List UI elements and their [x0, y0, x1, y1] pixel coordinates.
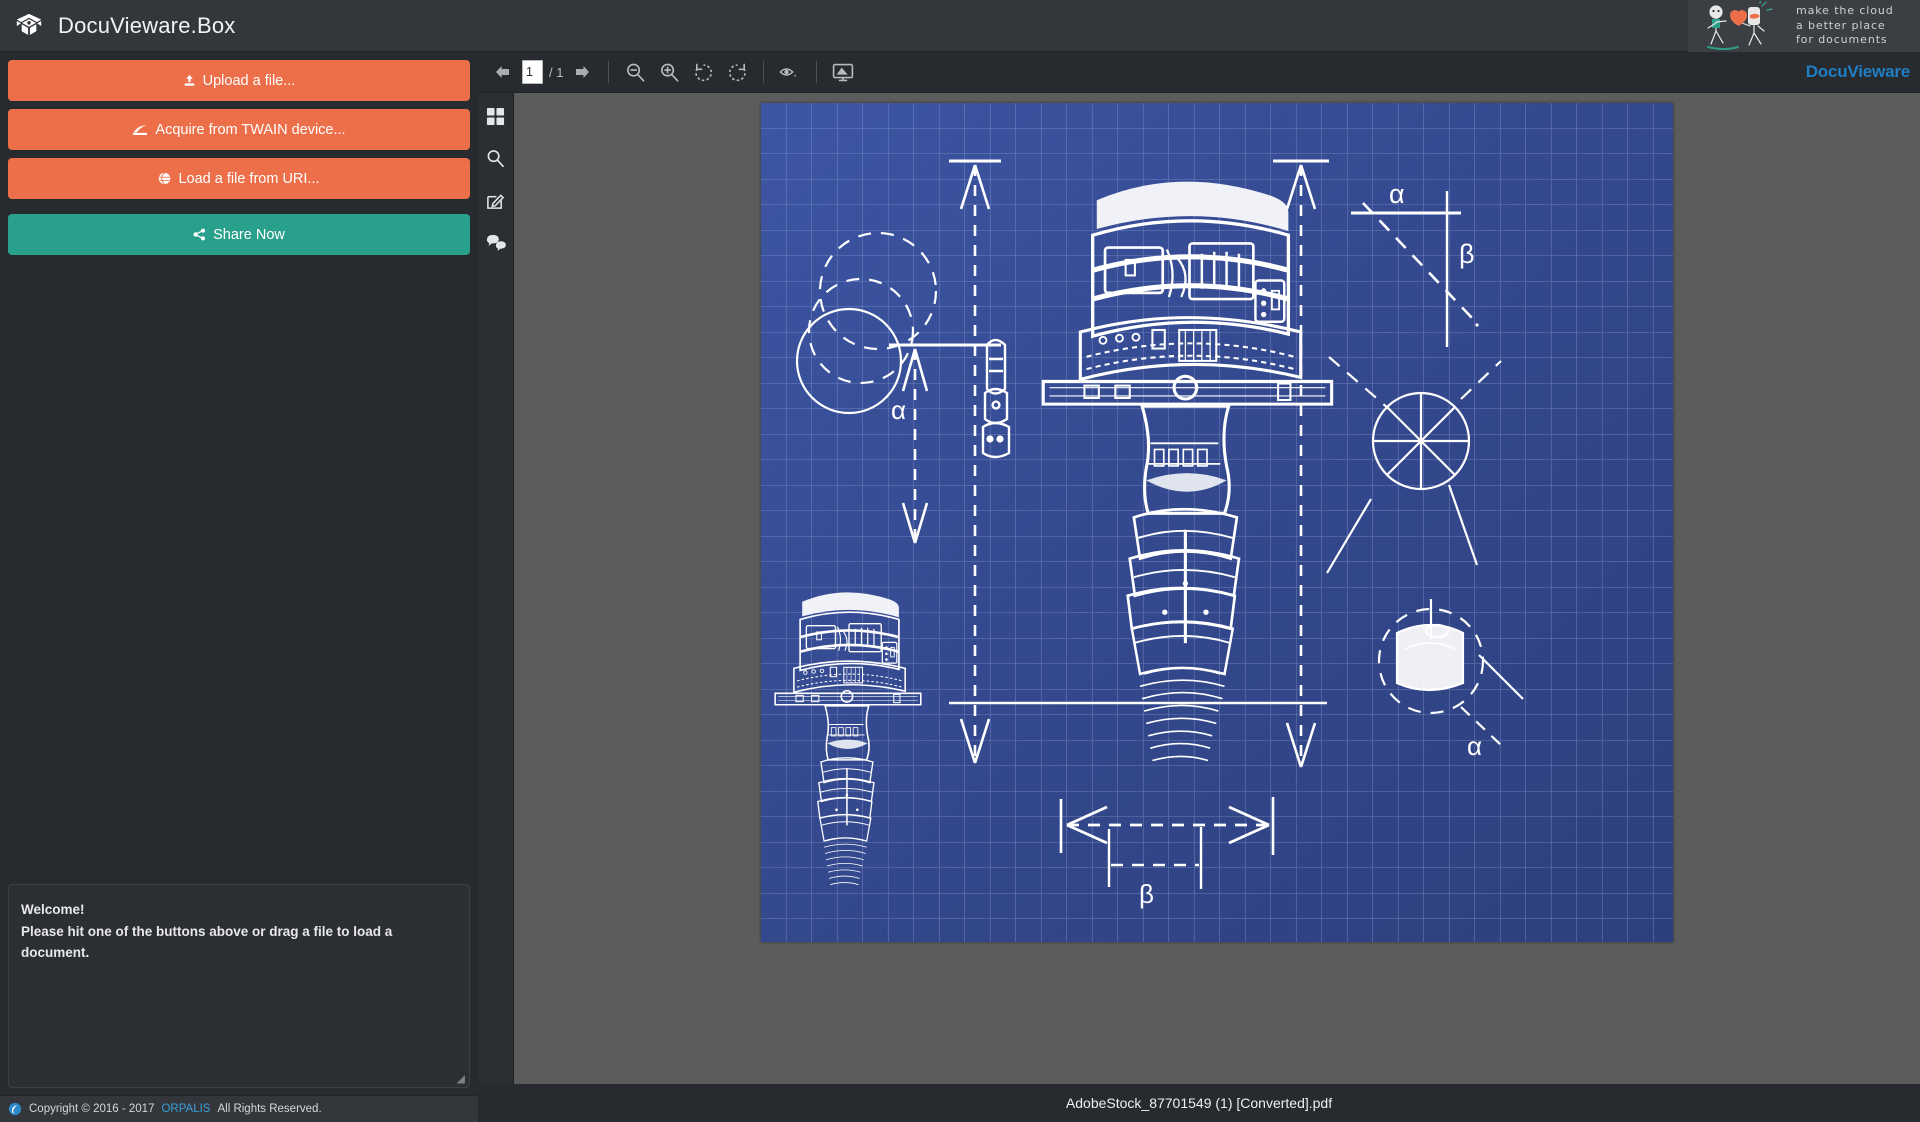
- preview-mode-button[interactable]: [773, 57, 807, 87]
- viewer: / 1: [478, 52, 1920, 1122]
- fit-to-screen-button[interactable]: [826, 57, 860, 87]
- sidebar-item-annotations[interactable]: [481, 185, 511, 215]
- share-now-label: Share Now: [213, 226, 285, 243]
- annotation-beta-top-right: β: [1459, 239, 1475, 269]
- annotation-alpha-bottom-right: α: [1467, 731, 1482, 761]
- resize-handle[interactable]: ◢: [457, 1075, 467, 1085]
- promo-banner: make the cloud a better place for docume…: [1688, 0, 1920, 52]
- toolbar-separator-2: [763, 61, 765, 83]
- viewer-toolbar: / 1: [478, 52, 1920, 93]
- sidebar-item-comments[interactable]: [481, 227, 511, 257]
- share-icon: [193, 228, 206, 241]
- page-total-label: / 1: [549, 64, 564, 80]
- search-icon: [486, 149, 505, 168]
- docuvieware-logo: DocuVieware: [1806, 62, 1910, 82]
- annotation-edit-icon: [486, 191, 505, 210]
- upload-file-label: Upload a file...: [202, 72, 296, 89]
- upload-icon: [183, 74, 196, 87]
- welcome-panel: Welcome! Please hit one of the buttons a…: [8, 884, 470, 1088]
- load-from-uri-button[interactable]: Load a file from URI...: [8, 158, 470, 199]
- copyright-prefix: Copyright © 2016 - 2017: [29, 1103, 155, 1115]
- brand: DocuVieware.Box: [0, 11, 235, 41]
- top-bar: DocuVieware.Box make the cloud a better …: [0, 0, 1920, 52]
- thumbnails-grid-icon: [486, 107, 505, 126]
- app-root: DocuVieware.Box make the cloud a better …: [0, 0, 1920, 1122]
- tools-rail: [478, 93, 514, 1084]
- magnifier-plus-icon: [659, 62, 680, 83]
- scanner-icon: [132, 124, 148, 136]
- promo-line-3: for documents: [1796, 33, 1888, 47]
- welcome-title: Welcome!: [21, 902, 85, 917]
- page-number-input[interactable]: [522, 60, 543, 84]
- acquire-twain-button[interactable]: Acquire from TWAIN device...: [8, 109, 470, 150]
- welcome-message: Please hit one of the buttons above or d…: [21, 923, 393, 961]
- orpalis-swirl-icon: [8, 1102, 22, 1116]
- arrow-left-icon: [494, 64, 512, 80]
- rotate-clockwise-icon: [727, 62, 748, 83]
- globe-icon: [158, 172, 171, 185]
- rotate-right-button[interactable]: [720, 57, 754, 87]
- annotation-alpha-left: α: [891, 395, 906, 425]
- docuvieware-logo-text: DocuVieware: [1805, 62, 1910, 81]
- eye-icon: [779, 64, 801, 80]
- rotate-left-button[interactable]: [686, 57, 720, 87]
- document-filename: AdobeStock_87701549 (1) [Converted].pdf: [1065, 1095, 1333, 1111]
- viewer-main: α α β α β: [478, 93, 1920, 1084]
- zoom-out-button[interactable]: [618, 57, 652, 87]
- left-panel: Upload a file... Acquire from TWAIN devi…: [0, 52, 478, 1122]
- rotate-counterclockwise-icon: [693, 62, 714, 83]
- open-box-icon: [14, 11, 44, 41]
- comments-bubbles-icon: [486, 233, 506, 252]
- promo-line-1: make the cloud: [1796, 3, 1894, 17]
- toolbar-separator: [608, 61, 610, 83]
- document-canvas[interactable]: α α β α β: [514, 93, 1920, 1084]
- document-status-bar: AdobeStock_87701549 (1) [Converted].pdf: [478, 1084, 1920, 1122]
- annotation-beta-bottom: β: [1139, 879, 1154, 909]
- next-page-button[interactable]: [565, 57, 599, 87]
- share-now-button[interactable]: Share Now: [8, 214, 470, 255]
- arrow-right-icon: [573, 64, 591, 80]
- page-title: DocuVieware.Box: [58, 12, 236, 38]
- stick-figures-icon: [1694, 1, 1790, 51]
- footer-bar: Copyright © 2016 - 2017 ORPALIS All Righ…: [0, 1095, 478, 1122]
- document-page[interactable]: α α β α β: [761, 103, 1673, 942]
- toolbar-separator-3: [816, 61, 818, 83]
- promo-line-2: a better place: [1796, 18, 1886, 32]
- zoom-in-button[interactable]: [652, 57, 686, 87]
- page-navigation: / 1: [522, 60, 563, 84]
- orpalis-link[interactable]: ORPALIS: [161, 1103, 210, 1115]
- monitor-fit-icon: [832, 63, 854, 82]
- upload-file-button[interactable]: Upload a file...: [8, 60, 470, 101]
- annotation-alpha-top-right: α: [1389, 179, 1405, 209]
- magnifier-minus-icon: [625, 62, 646, 83]
- copyright-suffix: All Rights Reserved.: [217, 1103, 322, 1115]
- body: Upload a file... Acquire from TWAIN devi…: [0, 52, 1920, 1122]
- acquire-twain-label: Acquire from TWAIN device...: [155, 121, 346, 138]
- load-from-uri-label: Load a file from URI...: [178, 170, 320, 187]
- promo-text: make the cloud a better place for docume…: [1796, 4, 1894, 49]
- sidebar-item-thumbnails[interactable]: [481, 101, 511, 131]
- blueprint-drawing: α α β α β: [761, 103, 1673, 942]
- previous-page-button[interactable]: [486, 57, 520, 87]
- sidebar-item-search[interactable]: [481, 143, 511, 173]
